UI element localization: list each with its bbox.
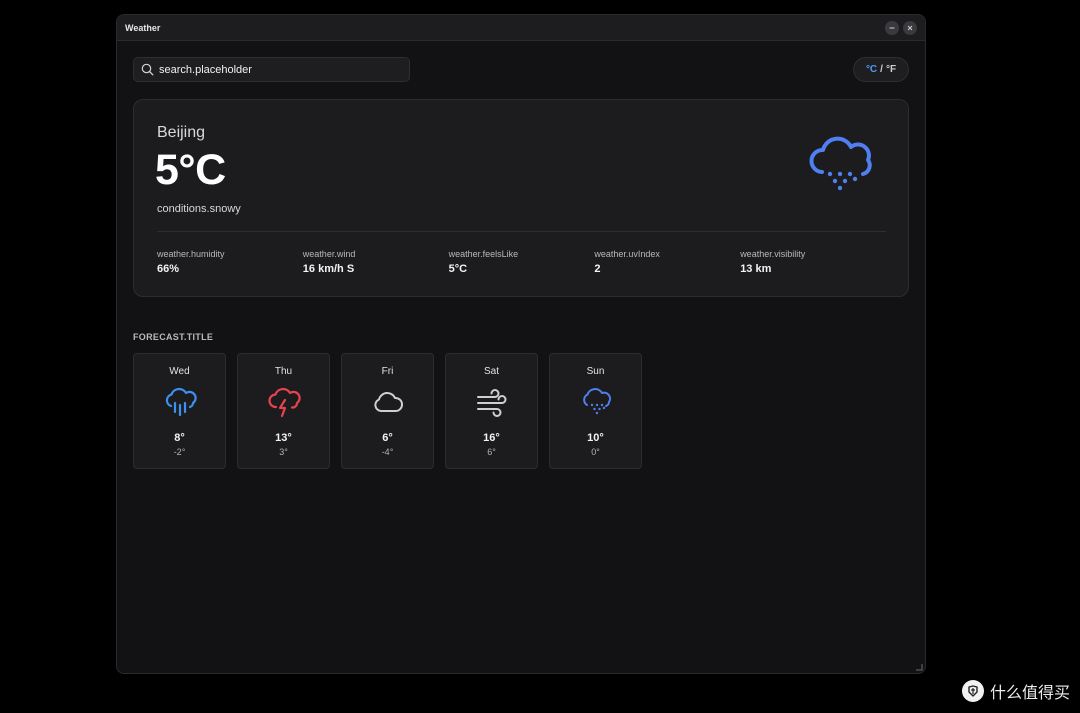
snow-cloud-icon <box>583 388 612 415</box>
title-bar: Weather <box>117 15 925 41</box>
stat-label: weather.wind <box>302 249 356 259</box>
forecast-day-wed[interactable]: Wed 8° -2° <box>133 353 226 469</box>
stat-uv-index: weather.uvIndex 2 <box>594 249 740 275</box>
stat-label: weather.uvIndex <box>594 249 660 259</box>
wind-icon <box>477 389 507 417</box>
forecast-day-sun[interactable]: Sun 10° 0° <box>549 353 642 469</box>
stat-value: 66% <box>157 263 180 275</box>
stat-value: 2 <box>594 263 601 275</box>
stat-label: weather.humidity <box>157 249 225 259</box>
stat-feels-like: weather.feelsLike 5°C <box>449 249 595 275</box>
forecast-title: FORECAST.TITLE <box>133 332 214 342</box>
stat-value: 5°C <box>448 263 468 275</box>
stat-label: weather.visibility <box>740 249 806 259</box>
current-temperature: 5°C <box>155 146 226 194</box>
current-weather-card: Beijing 5°C conditions.snowy weather.hum… <box>133 99 909 297</box>
day-high-temp: 16° <box>483 432 500 444</box>
day-low-temp: -2° <box>173 447 186 457</box>
stat-humidity: weather.humidity 66% <box>157 249 303 275</box>
unit-toggle[interactable]: °C / °F <box>853 57 909 82</box>
close-icon <box>907 25 913 31</box>
search-box[interactable] <box>133 57 410 82</box>
unit-separator: / <box>880 64 883 75</box>
day-high-temp: 8° <box>174 432 185 444</box>
stat-visibility: weather.visibility 13 km <box>740 249 886 275</box>
day-high-temp: 10° <box>587 432 604 444</box>
stat-value: 13 km <box>740 263 772 275</box>
minimize-icon <box>889 27 895 29</box>
thunderstorm-cloud-icon <box>268 387 301 418</box>
day-high-temp: 6° <box>382 432 393 444</box>
day-low-temp: 0° <box>591 447 600 457</box>
main-content: °C / °F Beijing 5°C conditions.snowy wea <box>133 41 909 673</box>
watermark: 什么值得买 <box>961 679 1070 703</box>
stat-value: 16 km/h S <box>302 263 355 275</box>
search-input[interactable] <box>159 63 399 76</box>
city-name: Beijing <box>157 124 206 141</box>
watermark-text: 什么值得买 <box>989 683 1070 702</box>
snow-cloud-icon <box>809 136 872 191</box>
day-low-temp: -4° <box>381 447 394 457</box>
rain-cloud-icon <box>165 387 197 417</box>
day-high-temp: 13° <box>275 432 292 444</box>
day-low-temp: 3° <box>279 447 288 457</box>
weather-stats: weather.humidity 66% weather.wind 16 km/… <box>157 249 886 275</box>
day-name: Wed <box>169 366 190 377</box>
resize-grip-icon[interactable] <box>915 663 923 671</box>
window-controls <box>885 21 917 35</box>
stats-divider <box>157 231 886 232</box>
day-name: Thu <box>274 366 293 377</box>
stat-label: weather.feelsLike <box>448 249 519 259</box>
forecast-day-sat[interactable]: Sat 16° 6° <box>445 353 538 469</box>
stat-wind: weather.wind 16 km/h S <box>303 249 449 275</box>
forecast-day-thu[interactable]: Thu 13° 3° <box>237 353 330 469</box>
celsius-option[interactable]: °C <box>866 64 877 75</box>
cloud-icon <box>374 392 403 412</box>
forecast-list: Wed 8° -2° Thu 13° 3° Fri 6° -4° Sat 16°… <box>133 353 642 469</box>
day-name: Fri <box>381 366 394 377</box>
search-icon <box>141 63 154 76</box>
minimize-button[interactable] <box>885 21 899 35</box>
fahrenheit-option[interactable]: °F <box>886 64 896 75</box>
day-name: Sat <box>483 366 499 377</box>
current-condition: conditions.snowy <box>157 203 241 215</box>
day-name: Sun <box>586 366 605 377</box>
watermark-logo-icon <box>961 680 984 702</box>
forecast-day-fri[interactable]: Fri 6° -4° <box>341 353 434 469</box>
day-low-temp: 6° <box>487 447 496 457</box>
window-title: Weather <box>125 22 161 33</box>
weather-window: Weather °C / °F Beijing 5°C conditi <box>116 14 926 674</box>
close-button[interactable] <box>903 21 917 35</box>
